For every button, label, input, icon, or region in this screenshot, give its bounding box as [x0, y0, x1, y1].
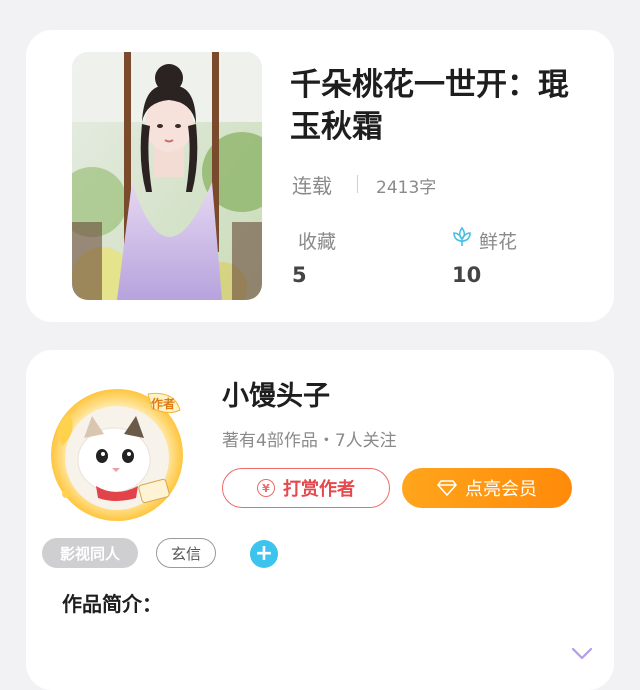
favorites-label[interactable]: 收藏	[298, 227, 336, 254]
author-info-card: 作者 小馒头子 著有4部作品・7人关注 ¥ 打赏作者 点亮会员 影视同人 玄信 …	[26, 350, 614, 690]
activate-vip-label: 点亮会员	[465, 479, 537, 500]
add-tag-button[interactable]: +	[250, 540, 278, 568]
favorites-count: 5	[292, 263, 307, 287]
word-count: 2413字	[376, 178, 437, 198]
synopsis-label: 作品简介：	[62, 592, 162, 616]
avatar-badge-text: 作者	[151, 396, 175, 411]
author-avatar[interactable]: 作者	[48, 386, 186, 524]
book-info-card: 千朵桃花一世开：琨玉秋霜 连载 2413字 收藏 5 鲜花 10	[26, 30, 614, 322]
divider	[357, 175, 358, 193]
tag-fan-fiction[interactable]: 影视同人	[42, 538, 138, 568]
author-stats: 著有4部作品・7人关注	[222, 431, 397, 451]
serial-status: 连载	[292, 174, 332, 198]
book-title: 千朵桃花一世开：琨玉秋霜	[290, 67, 569, 145]
yen-icon: ¥	[257, 479, 275, 497]
activate-vip-button[interactable]: 点亮会员	[402, 468, 572, 508]
tip-author-button[interactable]: ¥ 打赏作者	[222, 468, 390, 508]
tip-author-label: 打赏作者	[283, 479, 355, 500]
diamond-icon	[437, 480, 457, 496]
tag-xuanxin[interactable]: 玄信	[156, 538, 216, 568]
lotus-icon[interactable]	[450, 225, 474, 249]
chevron-down-icon[interactable]	[570, 646, 594, 662]
author-name[interactable]: 小馒头子	[222, 374, 330, 413]
book-cover-image[interactable]	[72, 52, 262, 300]
flowers-label[interactable]: 鲜花	[479, 227, 517, 254]
flowers-count: 10	[452, 263, 482, 287]
